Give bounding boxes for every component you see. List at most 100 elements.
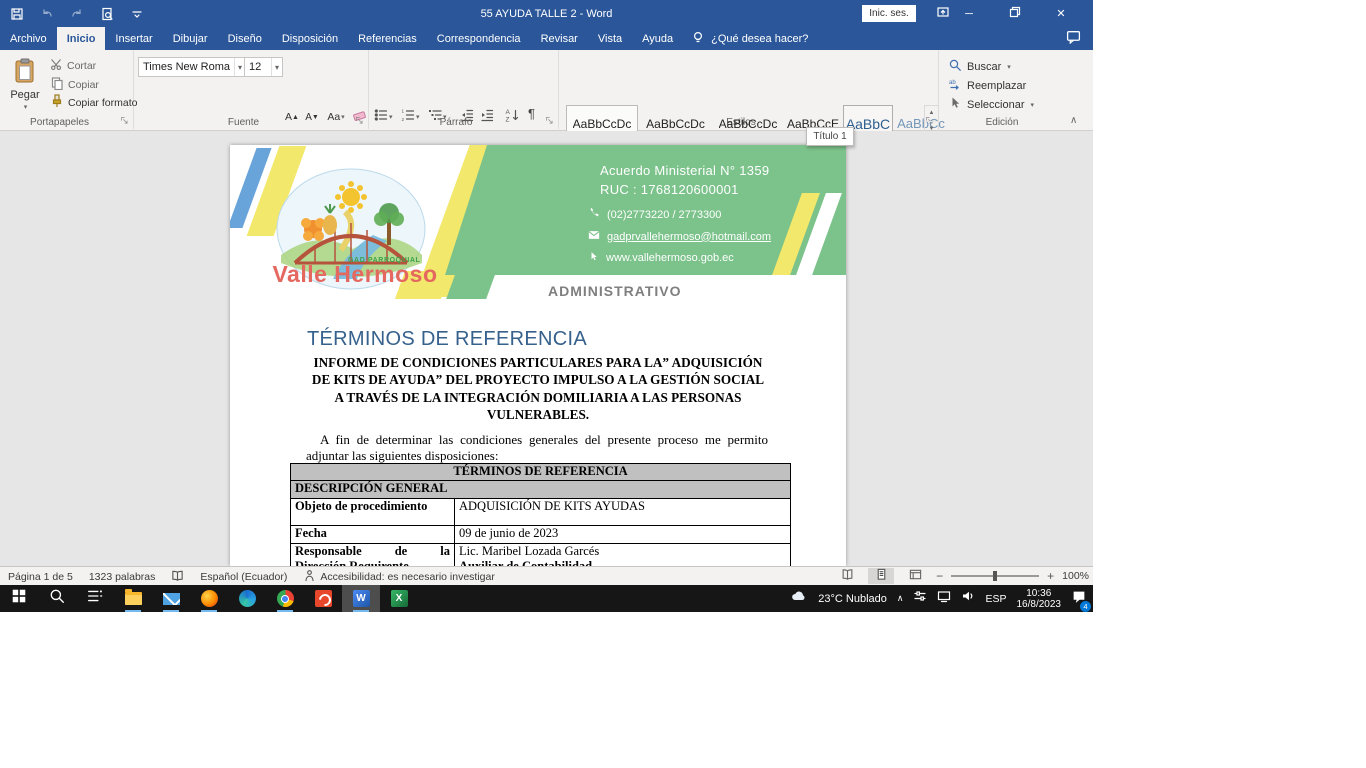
taskbar-excel-button[interactable]: X [380,585,418,612]
copy-label: Copiar [68,79,99,91]
find-button[interactable]: Buscar▾ [948,58,1011,75]
font-dialog-launcher[interactable] [355,116,365,126]
tab-inicio[interactable]: Inicio [57,27,106,50]
format-painter-button[interactable]: Copiar formato [50,94,137,111]
paste-button[interactable]: Pegar ▾ [6,55,44,113]
undo-icon[interactable] [38,5,56,23]
taskbar-start-button[interactable] [0,585,38,612]
table-row[interactable]: Fecha09 de junio de 2023 [291,526,790,544]
style-tooltip: Título 1 [806,127,854,146]
document-heading[interactable]: TÉRMINOS DE REFERENCIA [307,328,587,351]
restore-icon [1008,5,1022,22]
cut-label: Cortar [67,60,96,72]
tab-disposición[interactable]: Disposición [272,27,348,50]
email-line: gadprvallehermoso@hotmail.com [588,229,771,244]
styles-scroll-up[interactable]: ▲ [925,106,938,122]
settings-sliders-icon[interactable] [913,589,927,608]
cell-line: Lic. Maribel Lozada Garcés [459,544,786,559]
language-indicator[interactable]: Español (Ecuador) [192,571,295,583]
table-row[interactable]: DESCRIPCIÓN GENERAL [291,481,790,499]
save-icon[interactable] [8,5,26,23]
font-size-dropdown-icon[interactable]: ▾ [271,58,282,76]
table-cell[interactable]: Fecha [291,526,455,543]
taskbar-edge-button[interactable] [228,585,266,612]
table-cell[interactable]: 09 de junio de 2023 [455,526,790,543]
cut-button[interactable]: Cortar [50,58,96,74]
close-button[interactable]: ✕ [1038,0,1084,27]
print-layout-button[interactable] [868,568,894,584]
word-count[interactable]: 1323 palabras [81,571,164,583]
tab-correspondencia[interactable]: Correspondencia [427,27,531,50]
tab-revisar[interactable]: Revisar [531,27,588,50]
accessibility-status[interactable]: Accesibilidad: es necesario investigar [295,569,503,585]
customize-qat-icon[interactable] [128,5,146,23]
zoom-in-button[interactable]: + [1047,569,1054,583]
subject-paragraph[interactable]: INFORME DE CONDICIONES PARTICULARES PARA… [280,354,796,424]
font-family-combo[interactable]: Times New Roma▾ [138,57,246,77]
collapse-ribbon-button[interactable]: ∧ [1070,115,1077,126]
sign-in-button[interactable]: Inic. ses. [862,5,916,22]
zoom-out-button[interactable]: − [936,569,943,583]
taskbar-chrome-button[interactable] [266,585,304,612]
table-row[interactable]: Objeto de procedimientoADQUISICIÓN DE KI… [291,499,790,526]
taskbar-explorer-button[interactable] [114,585,152,612]
clock[interactable]: 10:3616/8/2023 [1017,588,1062,610]
proofing-status[interactable] [163,569,192,585]
replace-button[interactable]: abReemplazar [948,77,1026,94]
read-mode-button[interactable] [834,568,860,584]
paste-dropdown-arrow[interactable]: ▾ [24,103,28,111]
restore-button[interactable] [992,0,1038,27]
tab-insertar[interactable]: Insertar [105,27,162,50]
paragraph-dialog-launcher[interactable] [545,116,555,126]
running-indicator [201,610,217,612]
table-cell[interactable]: ResponsabledelaDirección Requirente [291,544,455,566]
select-button[interactable]: Seleccionar▾ [948,96,1034,113]
table-cell[interactable]: ADQUISICIÓN DE KITS AYUDAS [455,499,790,525]
redo-icon[interactable] [68,5,86,23]
intro-paragraph[interactable]: A fin de determinar las condiciones gene… [306,432,768,463]
table-row[interactable]: ResponsabledelaDirección RequirenteLic. … [291,544,790,566]
taskbar-task-view-button[interactable] [76,585,114,612]
excel-icon: X [391,590,408,607]
tab-referencias[interactable]: Referencias [348,27,427,50]
taskbar-search-button[interactable] [38,585,76,612]
comments-button[interactable] [1066,27,1081,50]
page-indicator[interactable]: Página 1 de 5 [0,571,81,583]
table-cell[interactable]: Lic. Maribel Lozada GarcésAuxiliar de Co… [455,544,790,566]
table-row[interactable]: TÉRMINOS DE REFERENCIA [291,464,790,481]
time-text: 10:36 [1026,588,1051,599]
weather-cloud-icon[interactable] [788,589,808,608]
speaker-icon[interactable] [961,589,975,608]
minimize-button[interactable]: ─ [946,0,992,27]
tab-diseño[interactable]: Diseño [218,27,272,50]
network-icon[interactable] [937,589,951,608]
table-cell[interactable]: Objeto de procedimiento [291,499,455,525]
document-canvas[interactable]: Acuerdo Ministerial N° 1359 RUC : 176812… [0,131,1093,566]
taskbar-pdf-reader-button[interactable] [304,585,342,612]
language-tray[interactable]: ESP [985,593,1006,605]
taskbar-word-button[interactable]: W [342,585,380,612]
reference-table[interactable]: TÉRMINOS DE REFERENCIADESCRIPCIÓN GENERA… [290,463,791,566]
taskbar-mail-button[interactable] [152,585,190,612]
weather-text[interactable]: 23°C Nublado [818,593,887,605]
font-size-combo[interactable]: 12▾ [244,57,283,77]
tray-expand-icon[interactable]: ∧ [897,593,904,604]
copy-button[interactable]: Copiar [50,76,99,93]
tab-dibujar[interactable]: Dibujar [163,27,218,50]
notification-center[interactable]: 4 [1071,589,1087,609]
taskbar-firefox-button[interactable] [190,585,228,612]
zoom-slider-handle[interactable] [993,571,997,581]
web-layout-button[interactable] [902,568,928,584]
tab-vista[interactable]: Vista [588,27,632,50]
document-page[interactable]: Acuerdo Ministerial N° 1359 RUC : 176812… [230,145,846,566]
tab-archivo[interactable]: Archivo [0,27,57,50]
zoom-slider[interactable] [951,575,1039,577]
zoom-level[interactable]: 100% [1062,570,1089,582]
web-line: www.vallehermoso.gob.ec [588,251,734,265]
table-cell[interactable]: TÉRMINOS DE REFERENCIA [291,464,790,480]
print-preview-icon[interactable] [98,5,116,23]
tab-ayuda[interactable]: Ayuda [632,27,683,50]
clipboard-dialog-launcher[interactable] [120,116,130,126]
table-cell[interactable]: DESCRIPCIÓN GENERAL [291,481,790,498]
tell-me-box[interactable]: ¿Qué desea hacer? [683,27,816,50]
